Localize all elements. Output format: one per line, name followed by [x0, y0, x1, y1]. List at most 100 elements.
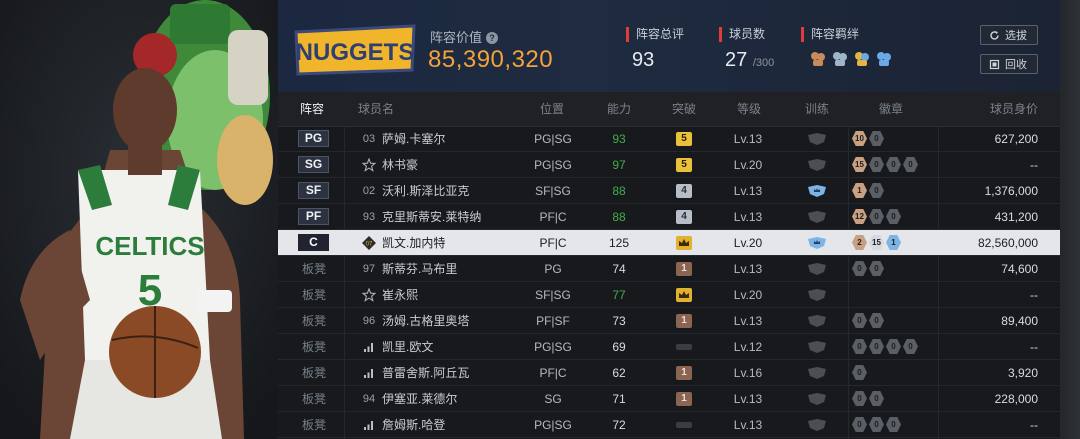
training-icon[interactable]	[806, 262, 828, 276]
table-row[interactable]: C 07 凯文.加内特 PF|C 125 Lv.20 2 15 1 82,560,000	[278, 230, 1060, 256]
badge-hex-icon[interactable]: 15	[852, 157, 867, 172]
player-level: Lv.20	[733, 288, 763, 302]
col-lineup[interactable]: 阵容	[300, 92, 324, 126]
training-icon[interactable]	[806, 288, 828, 302]
select-button[interactable]: 选拔	[980, 25, 1038, 45]
bond-red-icon[interactable]	[809, 50, 827, 68]
lineup-slot[interactable]: SG	[298, 156, 329, 173]
player-name[interactable]: 凯里.欧文	[382, 334, 433, 360]
player-rating: 69	[612, 340, 626, 354]
player-rating: 71	[612, 392, 626, 406]
col-player-value[interactable]: 球员身价	[990, 92, 1038, 126]
badge-hex-icon[interactable]: 0	[852, 313, 867, 328]
badge-hex-icon[interactable]: 0	[886, 209, 901, 224]
player-name[interactable]: 林书豪	[382, 152, 418, 178]
badge-hex-icon[interactable]: 0	[903, 157, 918, 172]
badge-hex-icon[interactable]: 2	[852, 235, 867, 250]
badge-hex-icon[interactable]: 0	[869, 157, 884, 172]
crown-icon	[676, 288, 692, 302]
table-row[interactable]: SF 02 沃利.斯泽比亚克 SF|SG 88 4 Lv.13 1 0 1,376,000	[278, 178, 1060, 204]
training-icon[interactable]	[806, 366, 828, 380]
breakthrough-badge: 1	[676, 366, 692, 380]
col-position[interactable]: 位置	[540, 92, 564, 126]
table-row[interactable]: 板凳 普雷舍斯.阿丘瓦 PF|C 62 1 Lv.16 0 3,920	[278, 360, 1060, 386]
badge-hex-icon[interactable]: 0	[886, 339, 901, 354]
col-breakthrough[interactable]: 突破	[672, 92, 696, 126]
player-name[interactable]: 崔永熙	[382, 282, 418, 308]
badge-hex-icon[interactable]: 0	[852, 365, 867, 380]
help-icon[interactable]: ?	[486, 32, 499, 44]
training-icon[interactable]	[806, 418, 828, 432]
training-active-icon[interactable]	[806, 236, 828, 250]
col-level[interactable]: 等级	[737, 92, 761, 126]
training-icon[interactable]	[806, 158, 828, 172]
training-icon[interactable]	[806, 314, 828, 328]
player-level: Lv.20	[733, 236, 763, 250]
badge-hex-icon[interactable]: 0	[869, 209, 884, 224]
col-badges[interactable]: 徽章	[879, 92, 903, 126]
breakthrough-empty	[676, 344, 692, 350]
player-name[interactable]: 詹姆斯.哈登	[382, 412, 445, 438]
player-name[interactable]: 普雷舍斯.阿丘瓦	[382, 360, 469, 386]
player-name[interactable]: 萨姆.卡塞尔	[382, 126, 445, 152]
badge-hex-icon[interactable]: 0	[852, 339, 867, 354]
table-row[interactable]: 板凳 97 斯蒂芬.马布里 PG 74 1 Lv.13 0 0 74,600	[278, 256, 1060, 282]
recycle-button[interactable]: 回收	[980, 54, 1038, 74]
table-row[interactable]: SG 林书豪 PG|SG 97 5 Lv.20 15 0 0 0 --	[278, 152, 1060, 178]
lineup-slot[interactable]: PF	[298, 208, 329, 225]
badge-hex-icon[interactable]: 0	[869, 131, 884, 146]
bond-lightblue-icon[interactable]	[875, 50, 893, 68]
training-active-icon[interactable]	[806, 184, 828, 198]
table-row[interactable]: 板凳 94 伊塞亚.莱德尔 SG 71 1 Lv.13 0 0 228,000	[278, 386, 1060, 412]
lineup-slot[interactable]: C	[298, 234, 329, 251]
badge-hex-icon[interactable]: 0	[852, 417, 867, 432]
bond-blue-icon[interactable]	[831, 50, 849, 68]
badge-hex-icon[interactable]: 0	[903, 339, 918, 354]
player-level: Lv.13	[733, 184, 763, 198]
table-row[interactable]: 板凳 96 汤姆.古格里奥塔 PF|SF 73 1 Lv.13 0 0 89,400	[278, 308, 1060, 334]
col-player-name[interactable]: 球员名	[358, 92, 394, 126]
badge-hex-icon[interactable]: 0	[886, 417, 901, 432]
player-name[interactable]: 沃利.斯泽比亚克	[382, 178, 469, 204]
breakthrough-badge: 1	[676, 314, 692, 328]
player-name[interactable]: 汤姆.古格里奥塔	[382, 308, 469, 334]
badge-hex-icon[interactable]: 0	[869, 391, 884, 406]
badge-hex-icon[interactable]: 0	[869, 417, 884, 432]
table-row[interactable]: 板凳 崔永熙 SF|SG 77 Lv.20 --	[278, 282, 1060, 308]
badge-hex-icon[interactable]: 0	[869, 261, 884, 276]
col-training[interactable]: 训练	[805, 92, 829, 126]
bench-label: 板凳	[302, 340, 327, 354]
breakthrough-badge: 1	[676, 392, 692, 406]
training-icon[interactable]	[806, 392, 828, 406]
training-icon[interactable]	[806, 210, 828, 224]
table-row[interactable]: PG 03 萨姆.卡塞尔 PG|SG 93 5 Lv.13 10 0 627,200	[278, 126, 1060, 152]
table-row[interactable]: 板凳 凯里.欧文 PG|SG 69 Lv.12 0 0 0 0 --	[278, 334, 1060, 360]
table-row[interactable]: 板凳 詹姆斯.哈登 PG|SG 72 Lv.13 0 0 0 --	[278, 412, 1060, 438]
player-position: PF|SF	[536, 314, 570, 328]
player-name[interactable]: 伊塞亚.莱德尔	[382, 386, 457, 412]
badge-hex-icon[interactable]: 0	[869, 183, 884, 198]
badge-hex-icon[interactable]: 0	[869, 339, 884, 354]
badge-hex-icon[interactable]: 15	[869, 235, 884, 250]
badge-hex-icon[interactable]: 10	[852, 131, 867, 146]
lineup-slot[interactable]: SF	[298, 182, 329, 199]
training-icon[interactable]	[806, 340, 828, 354]
training-icon[interactable]	[806, 132, 828, 146]
badge-hex-icon[interactable]: 0	[886, 157, 901, 172]
badge-list: 0000	[852, 339, 920, 355]
badge-hex-icon[interactable]: 0	[852, 261, 867, 276]
col-rating[interactable]: 能力	[607, 92, 631, 126]
player-name[interactable]: 克里斯蒂安.莱特纳	[382, 204, 481, 230]
badge-hex-icon[interactable]: 0	[869, 313, 884, 328]
lineup-slot[interactable]: PG	[298, 130, 329, 147]
bond-gold-icon[interactable]	[853, 50, 871, 68]
badge-hex-icon[interactable]: 0	[852, 391, 867, 406]
badge-hex-icon[interactable]: 1	[886, 235, 901, 250]
badge-hex-icon[interactable]: 12	[852, 209, 867, 224]
badge-hex-icon[interactable]: 1	[852, 183, 867, 198]
player-name[interactable]: 斯蒂芬.马布里	[382, 256, 457, 282]
table-row[interactable]: PF 93 克里斯蒂安.莱特纳 PF|C 88 4 Lv.13 12 0 0 431,200	[278, 204, 1060, 230]
badge-list: 000	[852, 417, 903, 433]
bench-label: 板凳	[302, 314, 327, 328]
player-name[interactable]: 凯文.加内特	[382, 230, 445, 256]
